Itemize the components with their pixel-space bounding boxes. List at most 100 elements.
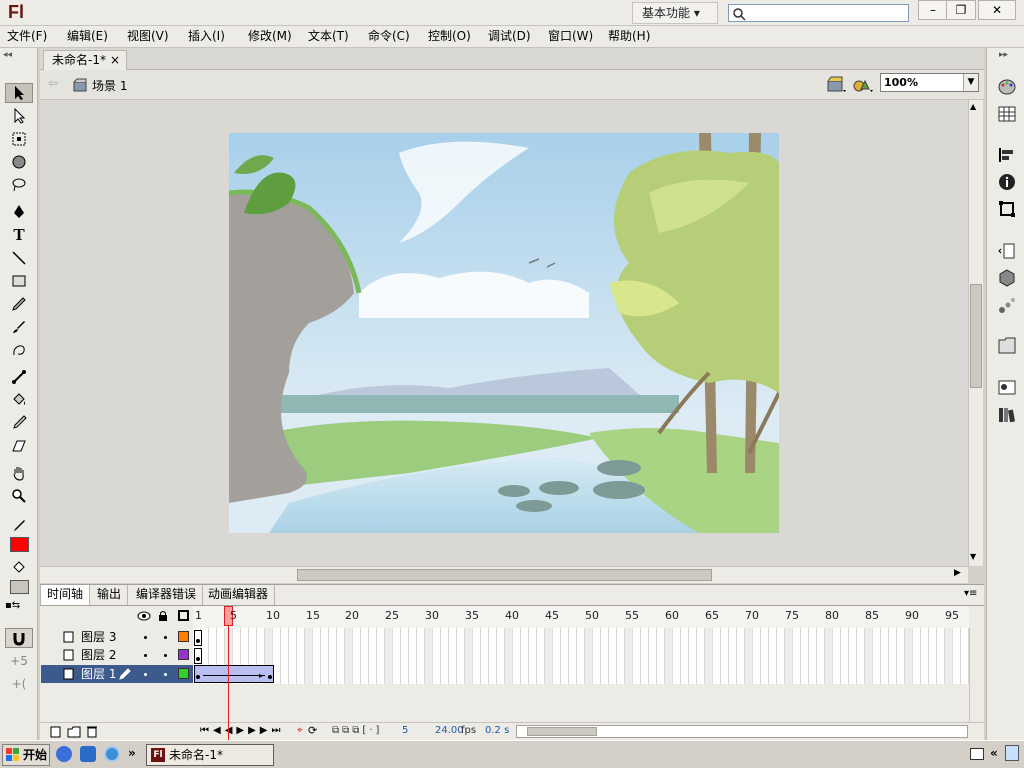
new-layer-icon[interactable]: [50, 726, 62, 738]
layer-outline-color[interactable]: [178, 631, 189, 642]
menu-edit[interactable]: 编辑(E): [67, 26, 108, 46]
scroll-down-icon[interactable]: ▼: [970, 552, 976, 561]
selection-tool-icon[interactable]: [5, 83, 33, 103]
playback-controls[interactable]: ⏮◀◀▶▶▶⏭: [200, 725, 284, 736]
subselection-tool-icon[interactable]: [5, 106, 33, 126]
menu-insert[interactable]: 插入(I): [188, 26, 225, 46]
loop-icon[interactable]: ⟳: [308, 724, 317, 737]
timeline-horizontal-scrollbar[interactable]: [516, 725, 968, 738]
menu-help[interactable]: 帮助(H): [608, 26, 650, 46]
rectangle-tool-icon[interactable]: [5, 271, 33, 291]
current-frame[interactable]: 5: [402, 725, 408, 736]
straighten-icon[interactable]: +(: [5, 674, 33, 694]
line-tool-icon[interactable]: [5, 248, 33, 268]
layer-name[interactable]: 图层 3: [81, 628, 116, 646]
pencil-tool-icon[interactable]: [5, 294, 33, 314]
minimize-button[interactable]: –: [918, 0, 948, 20]
smooth-icon[interactable]: +5: [5, 651, 33, 671]
menu-file[interactable]: 文件(F): [7, 26, 47, 46]
help-search-input[interactable]: [728, 4, 909, 22]
tray-chevron[interactable]: «: [990, 746, 998, 760]
menu-text[interactable]: 文本(T): [308, 26, 349, 46]
timeline-scroll-thumb[interactable]: [527, 727, 597, 736]
menu-control[interactable]: 控制(O): [428, 26, 471, 46]
edit-scene-icon[interactable]: [827, 76, 847, 94]
horizontal-scrollbar[interactable]: ▶: [40, 566, 968, 583]
transform-icon[interactable]: [996, 198, 1018, 220]
motion-presets-icon[interactable]: [996, 294, 1018, 316]
pen-tool-icon[interactable]: [5, 202, 33, 222]
quicklaunch-chevron[interactable]: »: [128, 746, 136, 760]
layer-row-3[interactable]: 图层 3: [41, 628, 193, 646]
show-hide-eye-icon[interactable]: [137, 611, 151, 621]
menu-modify[interactable]: 修改(M): [248, 26, 292, 46]
collapse-icon[interactable]: ◂◂: [3, 50, 12, 60]
scroll-right-icon[interactable]: ▶: [954, 568, 961, 578]
menu-debug[interactable]: 调试(D): [488, 26, 531, 46]
free-transform-tool-icon[interactable]: [5, 129, 33, 149]
taskbar-app-button[interactable]: Fl 未命名-1*: [146, 744, 274, 766]
menu-view[interactable]: 视图(V): [127, 26, 169, 46]
stroke-color-swatch[interactable]: [10, 537, 29, 552]
onion-skin-controls[interactable]: ⧉⧉⧉[·]: [332, 725, 382, 736]
actions-icon[interactable]: [996, 240, 1018, 262]
quicklaunch-media-icon[interactable]: [56, 746, 72, 762]
hand-tool-icon[interactable]: [5, 463, 33, 483]
layer-outline-color[interactable]: [178, 668, 189, 679]
new-folder-icon[interactable]: [67, 726, 81, 738]
tab-compiler-errors[interactable]: 编译器错误: [130, 585, 204, 605]
close-button[interactable]: ✕: [978, 0, 1016, 20]
layer-outline-color[interactable]: [178, 649, 189, 660]
align-icon[interactable]: [996, 144, 1018, 166]
timeline-vertical-scrollbar[interactable]: [969, 628, 983, 722]
scene-label[interactable]: 场景 1: [92, 77, 127, 94]
layer-row-1-active[interactable]: 图层 1: [41, 665, 193, 683]
tray-network-icon[interactable]: [1005, 745, 1019, 761]
tab-timeline[interactable]: 时间轴: [40, 585, 91, 605]
swap-colors-icon[interactable]: ▪⇆: [5, 600, 20, 611]
quicklaunch-settings-icon[interactable]: [104, 746, 120, 762]
tab-output[interactable]: 输出: [91, 585, 129, 605]
fill-color-icon[interactable]: [5, 558, 33, 578]
color-palette-icon[interactable]: [996, 76, 1018, 98]
zoom-tool-icon[interactable]: [5, 486, 33, 506]
layer-name[interactable]: 图层 2: [81, 646, 116, 664]
project-icon[interactable]: [996, 335, 1018, 357]
keyframe-layer3[interactable]: [194, 630, 202, 646]
keyboard-tray-icon[interactable]: [970, 748, 984, 760]
quicklaunch-browser-icon[interactable]: [80, 746, 96, 762]
workspace-switcher[interactable]: 基本功能 ▾: [632, 2, 718, 24]
menu-commands[interactable]: 命令(C): [368, 26, 410, 46]
stroke-color-icon[interactable]: [5, 516, 33, 536]
start-button[interactable]: 开始: [2, 744, 50, 766]
horizontal-scroll-thumb[interactable]: [297, 569, 712, 581]
deco-tool-icon[interactable]: [5, 340, 33, 360]
edit-symbols-icon[interactable]: [853, 76, 875, 94]
delete-layer-icon[interactable]: [86, 725, 98, 738]
back-arrow-icon[interactable]: ⇦: [48, 76, 58, 90]
keyframe-layer2[interactable]: [194, 648, 202, 664]
zoom-dropdown-icon[interactable]: ▼: [963, 74, 978, 91]
center-frame-icon[interactable]: ⌖: [297, 725, 303, 736]
layer-name[interactable]: 图层 1: [81, 665, 116, 683]
document-tab[interactable]: 未命名-1* ×: [43, 50, 127, 70]
paint-bucket-tool-icon[interactable]: [5, 390, 33, 410]
expand-icon[interactable]: ▸▸: [999, 50, 1008, 60]
stage-canvas[interactable]: [229, 133, 779, 533]
layer-row-2[interactable]: 图层 2: [41, 646, 193, 664]
tab-motion-editor[interactable]: 动画编辑器: [202, 585, 276, 605]
restore-button[interactable]: ❐: [946, 0, 976, 20]
menu-window[interactable]: 窗口(W): [548, 26, 593, 46]
brush-tool-icon[interactable]: [5, 317, 33, 337]
panel-menu-icon[interactable]: ▾≡: [964, 588, 977, 599]
bone-tool-icon[interactable]: [5, 367, 33, 387]
swatches-icon[interactable]: [996, 103, 1018, 125]
lasso-tool-icon[interactable]: [5, 175, 33, 195]
properties-icon[interactable]: [996, 376, 1018, 398]
eraser-tool-icon[interactable]: [5, 436, 33, 456]
info-icon[interactable]: [996, 171, 1018, 193]
lock-icon[interactable]: [157, 610, 169, 622]
text-tool-icon[interactable]: T: [5, 225, 33, 245]
vertical-scrollbar[interactable]: ▲ ▼: [968, 100, 983, 566]
snap-to-objects-icon[interactable]: [5, 628, 33, 648]
